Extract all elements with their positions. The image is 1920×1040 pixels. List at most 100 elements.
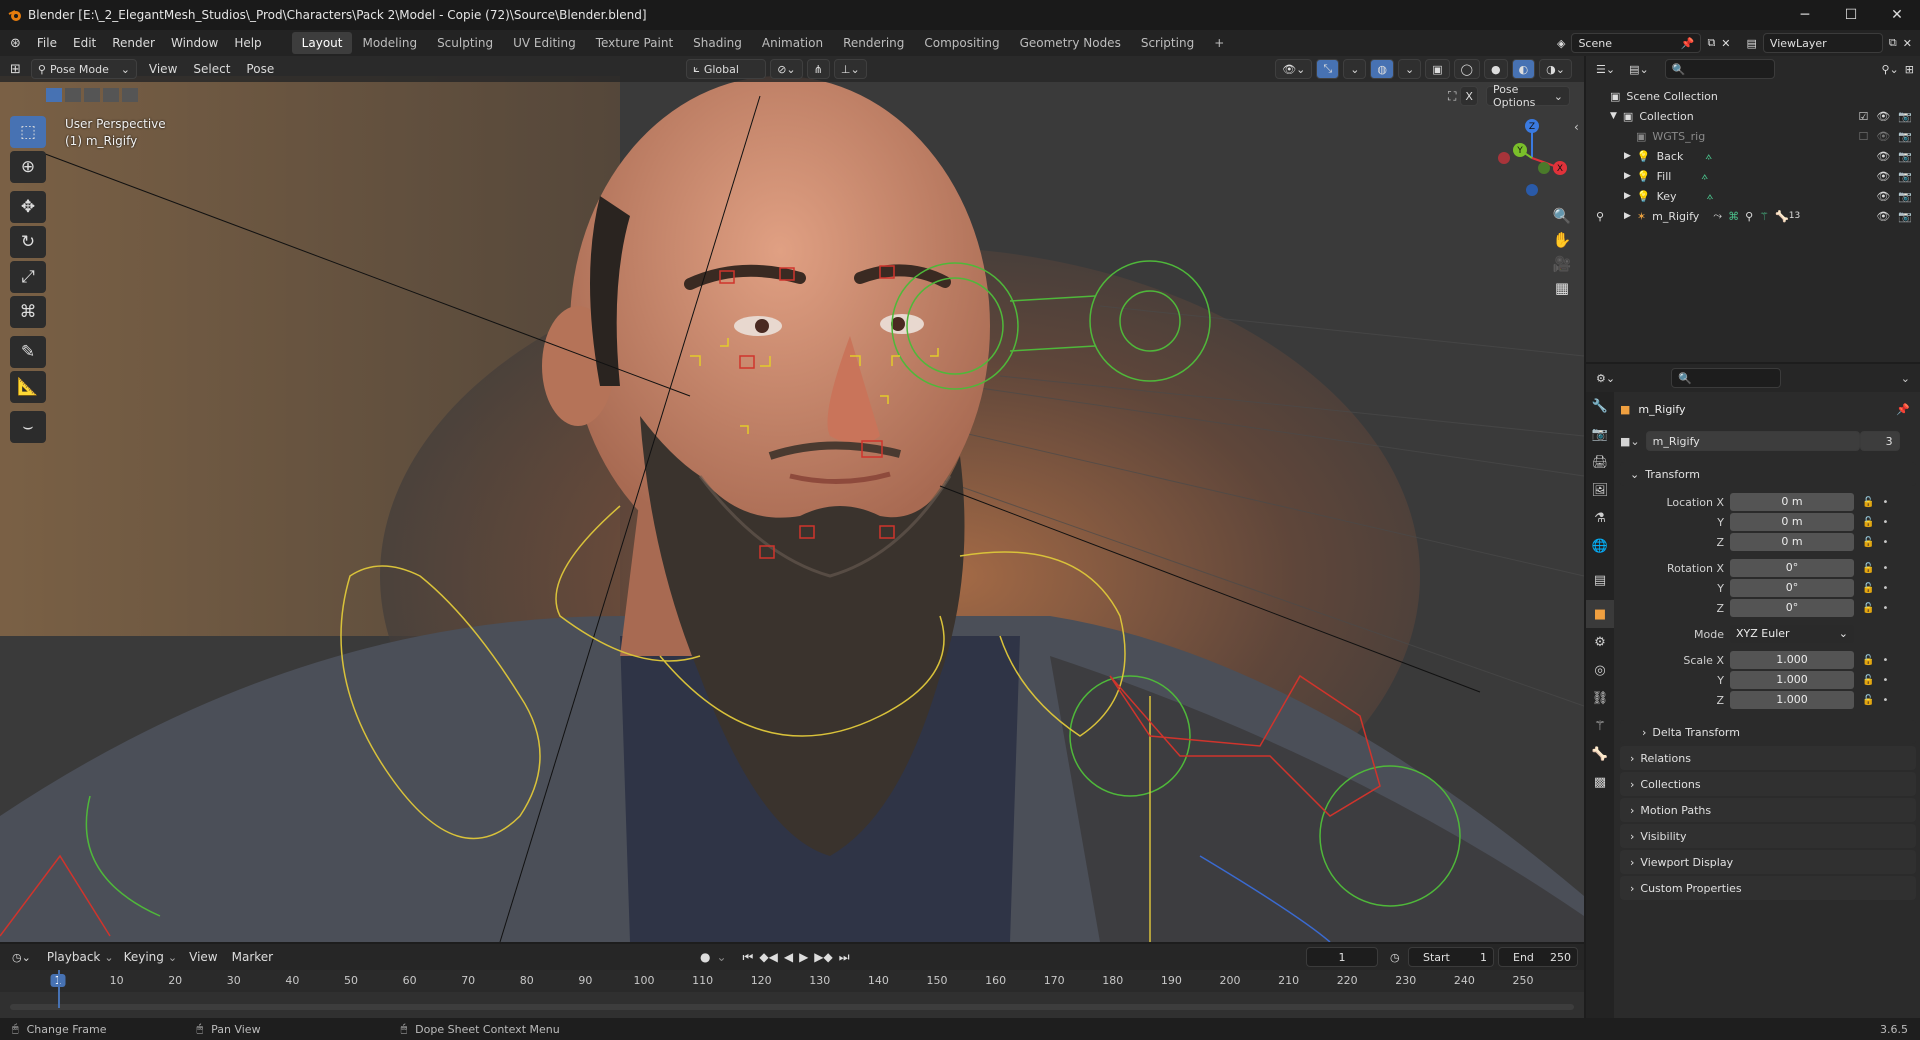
gizmos-icon[interactable]: ⤡ bbox=[1316, 59, 1340, 79]
scale-x-field[interactable]: 1.000 bbox=[1730, 651, 1854, 669]
rendered-shading-icon[interactable]: ◑⌄ bbox=[1539, 59, 1572, 79]
annotate-tool-icon[interactable]: ✎ bbox=[10, 336, 46, 368]
tab-compositing[interactable]: Compositing bbox=[914, 32, 1009, 54]
outliner-editor-icon[interactable]: ☰⌄ bbox=[1596, 63, 1615, 76]
scene-collection-row[interactable]: ▣ Scene Collection bbox=[1586, 86, 1920, 106]
lock-icon[interactable]: 🔓 bbox=[1862, 497, 1874, 508]
expand-right-icon[interactable]: ▶ bbox=[1624, 171, 1631, 181]
relations-panel[interactable]: › Relations bbox=[1620, 746, 1916, 770]
editor-type-icon[interactable]: ⊞ bbox=[10, 62, 21, 77]
tab-shading[interactable]: Shading bbox=[683, 32, 752, 54]
scene-selector[interactable]: Scene 📌 bbox=[1571, 33, 1702, 53]
eye-icon[interactable]: 👁 bbox=[1876, 170, 1890, 183]
output-tab-icon[interactable]: 🖨 bbox=[1586, 448, 1614, 476]
delete-scene-icon[interactable]: ✕ bbox=[1721, 37, 1730, 50]
eye-icon[interactable]: 👁 bbox=[1876, 110, 1890, 123]
relax-pose-tool-icon[interactable]: ⌣ bbox=[10, 411, 46, 443]
perspective-toggle-icon[interactable]: ▦ bbox=[1550, 276, 1574, 300]
bone-tab-icon[interactable]: 🦴 bbox=[1586, 740, 1614, 768]
preview-range-icon[interactable]: ◷ bbox=[1390, 951, 1400, 964]
pose-options-dropdown[interactable]: Pose Options ⌄ bbox=[1485, 83, 1570, 109]
menu-keying[interactable]: Keying bbox=[124, 950, 164, 964]
close-icon[interactable]: ✕ bbox=[1874, 0, 1920, 30]
frame-ruler[interactable]: 1102030405060708090100110120130140150160… bbox=[0, 970, 1584, 992]
object-name-field[interactable]: m_Rigify bbox=[1645, 431, 1860, 451]
outliner-item-key[interactable]: ▶ 💡 Key ⟑ 👁 📷 bbox=[1586, 186, 1920, 206]
menu-file[interactable]: File bbox=[29, 36, 65, 50]
select-invert-icon[interactable] bbox=[103, 88, 119, 102]
rotation-x-field[interactable]: 0° bbox=[1730, 559, 1854, 577]
mode-selector[interactable]: ⚲ Pose Mode ⌄ bbox=[30, 59, 137, 79]
camera-view-icon[interactable]: 🎥 bbox=[1550, 252, 1574, 276]
snap-target-icon[interactable]: ⊥⌄ bbox=[833, 59, 867, 79]
eye-icon[interactable]: 👁 bbox=[1876, 130, 1890, 143]
keyframe-dot-icon[interactable]: • bbox=[1882, 655, 1888, 666]
pivot-point-icon[interactable]: ⊘⌄ bbox=[770, 59, 803, 79]
expand-down-icon[interactable]: ▼ bbox=[1610, 111, 1617, 121]
select-new-icon[interactable] bbox=[46, 88, 62, 102]
object-tab-icon[interactable]: ■ bbox=[1586, 600, 1614, 628]
keyframe-dot-icon[interactable]: • bbox=[1882, 537, 1888, 548]
timeline-area[interactable]: 1102030405060708090100110120130140150160… bbox=[0, 970, 1584, 1018]
blender-menu-icon[interactable]: ⊛ bbox=[10, 36, 21, 51]
keyframe-dot-icon[interactable]: • bbox=[1882, 695, 1888, 706]
menu-view[interactable]: View bbox=[141, 62, 185, 76]
lock-icon[interactable]: 🔓 bbox=[1862, 583, 1874, 594]
lock-icon[interactable]: 🔓 bbox=[1862, 537, 1874, 548]
sidebar-toggle-icon[interactable]: ‹ bbox=[1574, 120, 1579, 134]
checkbox-empty-icon[interactable]: ☐ bbox=[1858, 130, 1868, 143]
tab-sculpting[interactable]: Sculpting bbox=[427, 32, 503, 54]
viewport-display-panel[interactable]: › Viewport Display bbox=[1620, 850, 1916, 874]
custom-properties-panel[interactable]: › Custom Properties bbox=[1620, 876, 1916, 900]
rotation-mode-dropdown[interactable]: XYZ Euler ⌄ bbox=[1730, 625, 1854, 643]
constraints-tab-icon[interactable]: ⛓ bbox=[1586, 684, 1614, 712]
menu-pose[interactable]: Pose bbox=[238, 62, 282, 76]
move-tool-icon[interactable]: ✥ bbox=[10, 191, 46, 223]
gizmo-dropdown-icon[interactable]: ⌄ bbox=[1343, 59, 1367, 79]
user-count-field[interactable]: 3 bbox=[1859, 431, 1900, 451]
select-box-tool-icon[interactable]: ⬚ bbox=[10, 116, 46, 148]
rotate-tool-icon[interactable]: ↻ bbox=[10, 226, 46, 258]
overlay-dropdown-icon[interactable]: ⌄ bbox=[1398, 59, 1422, 79]
keyframe-dot-icon[interactable]: • bbox=[1882, 563, 1888, 574]
outliner-item-back[interactable]: ▶ 💡 Back ⟑ 👁 📷 bbox=[1586, 146, 1920, 166]
3d-viewport[interactable] bbox=[0, 56, 1584, 942]
properties-search-input[interactable]: 🔍 bbox=[1671, 368, 1782, 388]
camera-icon[interactable]: 📷 bbox=[1898, 110, 1912, 123]
tab-texture-paint[interactable]: Texture Paint bbox=[586, 32, 683, 54]
view-layer-selector[interactable]: ViewLayer bbox=[1762, 33, 1883, 53]
filter-icon[interactable]: ⚲⌄ bbox=[1882, 63, 1899, 76]
select-intersect-icon[interactable] bbox=[122, 88, 138, 102]
new-view-layer-icon[interactable]: ⧉ bbox=[1889, 36, 1897, 50]
visibility-panel[interactable]: › Visibility bbox=[1620, 824, 1916, 848]
location-x-field[interactable]: 0 m bbox=[1730, 493, 1854, 511]
jump-end-icon[interactable]: ⏭ bbox=[839, 950, 850, 965]
options-chevron-icon[interactable]: ⌄ bbox=[1901, 372, 1910, 385]
tab-animation[interactable]: Animation bbox=[752, 32, 833, 54]
menu-select[interactable]: Select bbox=[185, 62, 238, 76]
expand-right-icon[interactable]: ▶ bbox=[1624, 151, 1631, 161]
delta-transform-subpanel[interactable]: › Delta Transform bbox=[1620, 720, 1916, 744]
lock-icon[interactable]: 🔓 bbox=[1862, 517, 1874, 528]
keyframe-dot-icon[interactable]: • bbox=[1882, 583, 1888, 594]
jump-keyframe-forward-icon[interactable]: ▶◆ bbox=[814, 950, 832, 965]
navigation-gizmo[interactable]: Z X Y bbox=[1490, 114, 1574, 202]
overlays-icon[interactable]: ◍ bbox=[1370, 59, 1395, 79]
camera-icon[interactable]: 📷 bbox=[1898, 170, 1912, 183]
menu-help[interactable]: Help bbox=[226, 36, 269, 50]
view-layer-icon[interactable]: ▤ bbox=[1747, 37, 1757, 50]
lock-icon[interactable]: 🔓 bbox=[1862, 655, 1874, 666]
outliner-item-m-rigify[interactable]: ⚲ ▶ ✶ m_Rigify ⤳ ⌘ ⚲ ⚚ 🦴 13 👁 📷 bbox=[1586, 206, 1920, 226]
outliner-item-wgts-rig[interactable]: ▣ WGTS_rig ☐ 👁 📷 bbox=[1586, 126, 1920, 146]
mirror-icon[interactable]: ⛶ bbox=[1448, 89, 1456, 104]
playhead[interactable] bbox=[58, 970, 60, 1008]
pan-hand-icon[interactable]: ✋ bbox=[1550, 228, 1574, 252]
motion-paths-panel[interactable]: › Motion Paths bbox=[1620, 798, 1916, 822]
select-extend-icon[interactable] bbox=[65, 88, 81, 102]
scale-z-field[interactable]: 1.000 bbox=[1730, 691, 1854, 709]
modifiers-tab-icon[interactable]: ⚙ bbox=[1586, 628, 1614, 656]
location-y-field[interactable]: 0 m bbox=[1730, 513, 1854, 531]
end-frame-field[interactable]: End 250 bbox=[1498, 947, 1578, 967]
location-z-field[interactable]: 0 m bbox=[1730, 533, 1854, 551]
visibility-icon[interactable]: 👁⌄ bbox=[1275, 59, 1313, 79]
